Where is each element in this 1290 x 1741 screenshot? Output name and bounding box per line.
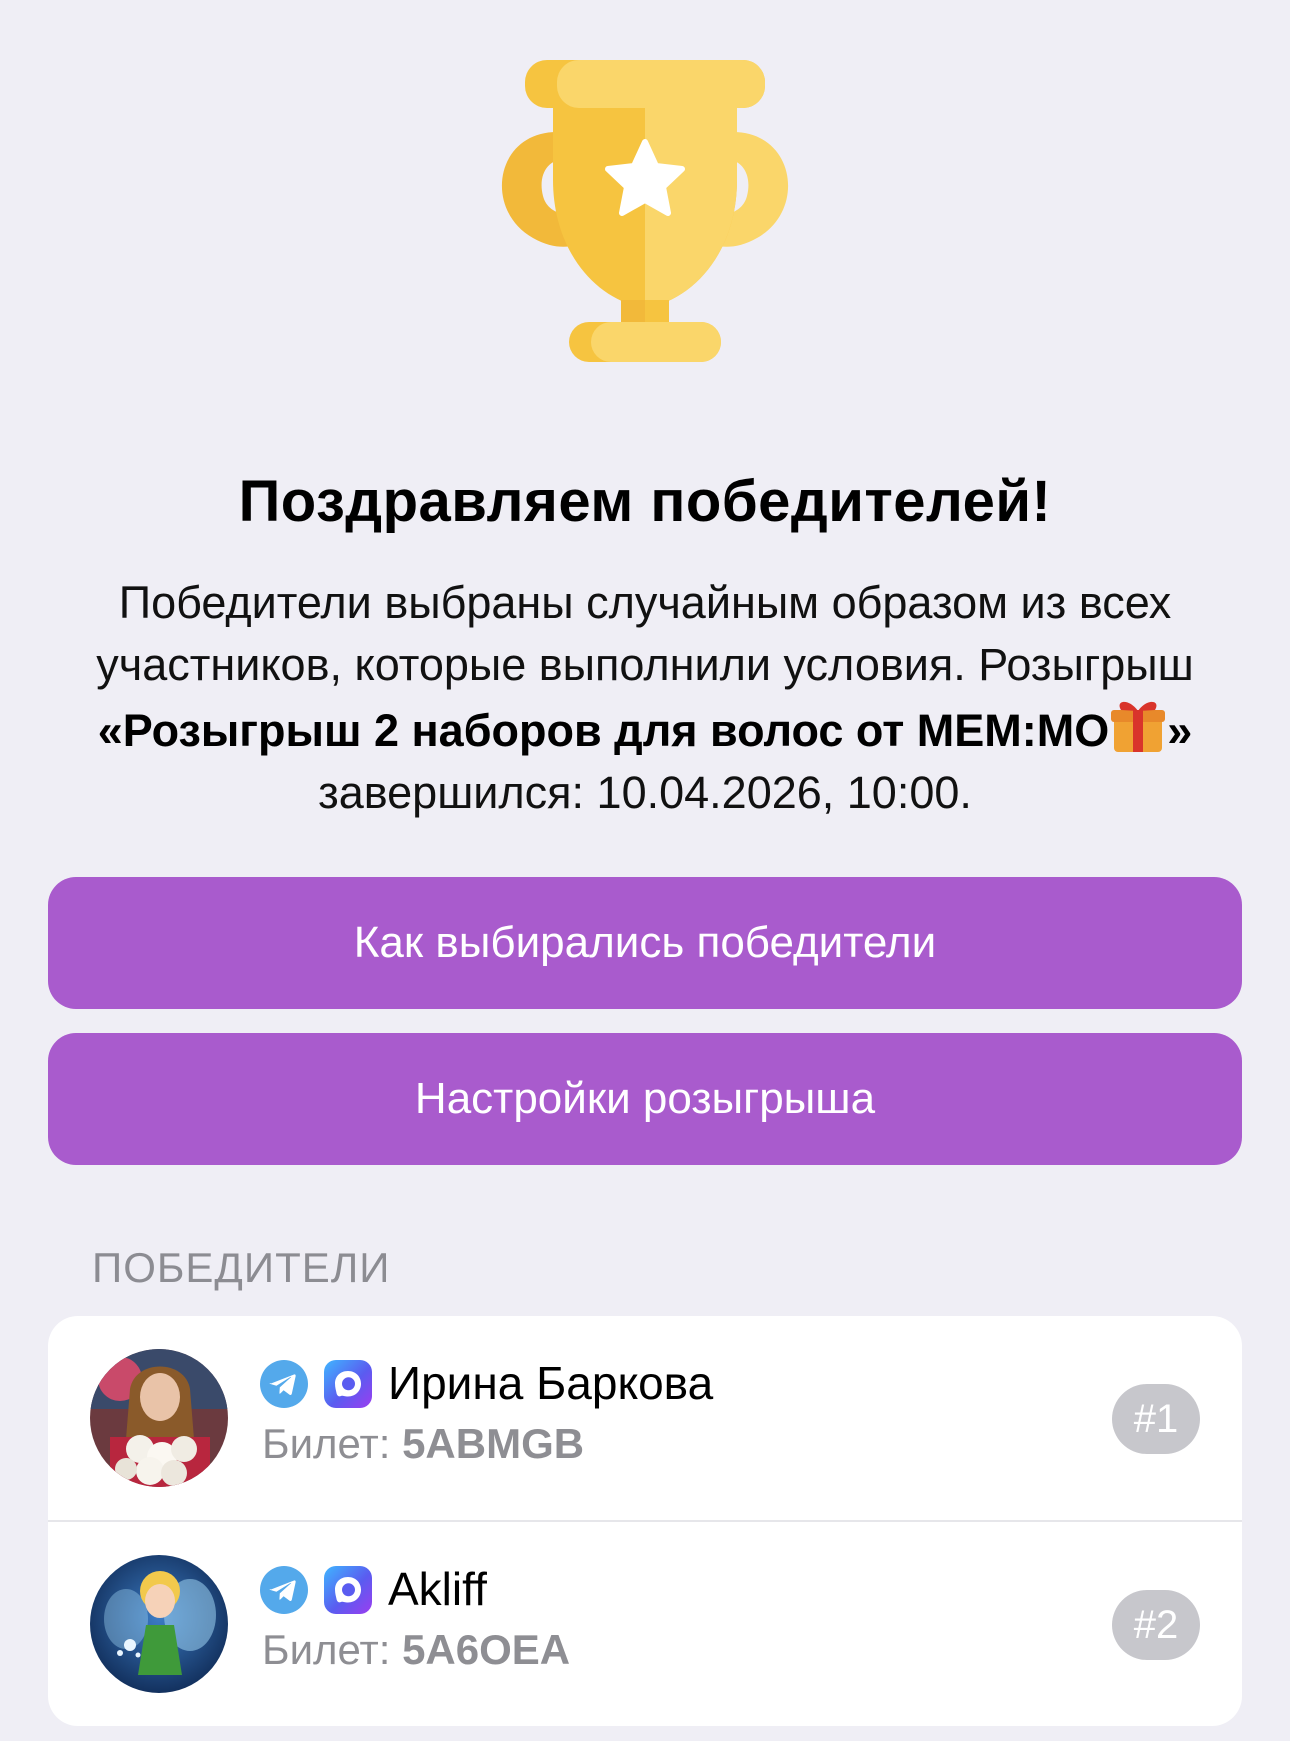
winner-row[interactable]: Ирина Баркова Билет: 5ABMGB #1 xyxy=(48,1316,1242,1522)
winner-ticket: Билет: 5ABMGB xyxy=(262,1420,584,1468)
max-messenger-icon xyxy=(324,1360,372,1408)
rank-badge: #2 xyxy=(1112,1590,1200,1660)
giveaway-description: Победители выбраны случайным образом из … xyxy=(50,572,1240,824)
giveaway-name-close: » xyxy=(1167,705,1193,756)
ticket-code: 5A6OEA xyxy=(402,1626,571,1673)
ticket-label: Билет: xyxy=(262,1626,391,1673)
rank-badge: #1 xyxy=(1112,1384,1200,1454)
winners-page: Поздравляем победителей! Победители выбр… xyxy=(0,0,1290,1741)
how-winners-selected-button[interactable]: Как выбирались победители xyxy=(48,877,1242,1009)
winner-row[interactable]: Akliff Билет: 5A6OEA #2 xyxy=(48,1522,1242,1726)
giveaway-name-text: «Розыгрыш 2 наборов для волос от MEM:MO xyxy=(97,705,1110,756)
winners-list: Ирина Баркова Билет: 5ABMGB #1 Akliff Би… xyxy=(48,1316,1242,1726)
platform-icons xyxy=(260,1566,372,1614)
giveaway-settings-label: Настройки розыгрыша xyxy=(414,1074,876,1123)
winner-name: Akliff xyxy=(388,1563,487,1615)
giveaway-settings-button[interactable]: Настройки розыгрыша xyxy=(48,1033,1242,1165)
avatar xyxy=(90,1555,228,1693)
telegram-icon xyxy=(260,1566,308,1614)
telegram-icon xyxy=(260,1360,308,1408)
max-messenger-icon xyxy=(324,1566,372,1614)
page-title: Поздравляем победителей! xyxy=(238,469,1052,534)
giveaway-name: «Розыгрыш 2 наборов для волос от MEM:MO … xyxy=(97,701,1193,756)
winner-ticket: Билет: 5A6OEA xyxy=(262,1626,570,1674)
ticket-code: 5ABMGB xyxy=(402,1420,585,1467)
how-winners-selected-label: Как выбирались победители xyxy=(353,918,937,967)
giveaway-ended-text: завершился: 10.04.2026, 10:00. xyxy=(318,767,972,818)
winners-section-label: ПОБЕДИТЕЛИ xyxy=(92,1244,391,1291)
avatar xyxy=(90,1349,228,1487)
ticket-label: Билет: xyxy=(262,1420,391,1467)
trophy-icon xyxy=(501,60,789,362)
winner-name: Ирина Баркова xyxy=(388,1357,714,1409)
trophy-container xyxy=(0,60,1290,400)
platform-icons xyxy=(260,1360,372,1408)
description-prefix: Розыгрыш xyxy=(978,639,1194,690)
gift-icon xyxy=(1111,701,1166,752)
